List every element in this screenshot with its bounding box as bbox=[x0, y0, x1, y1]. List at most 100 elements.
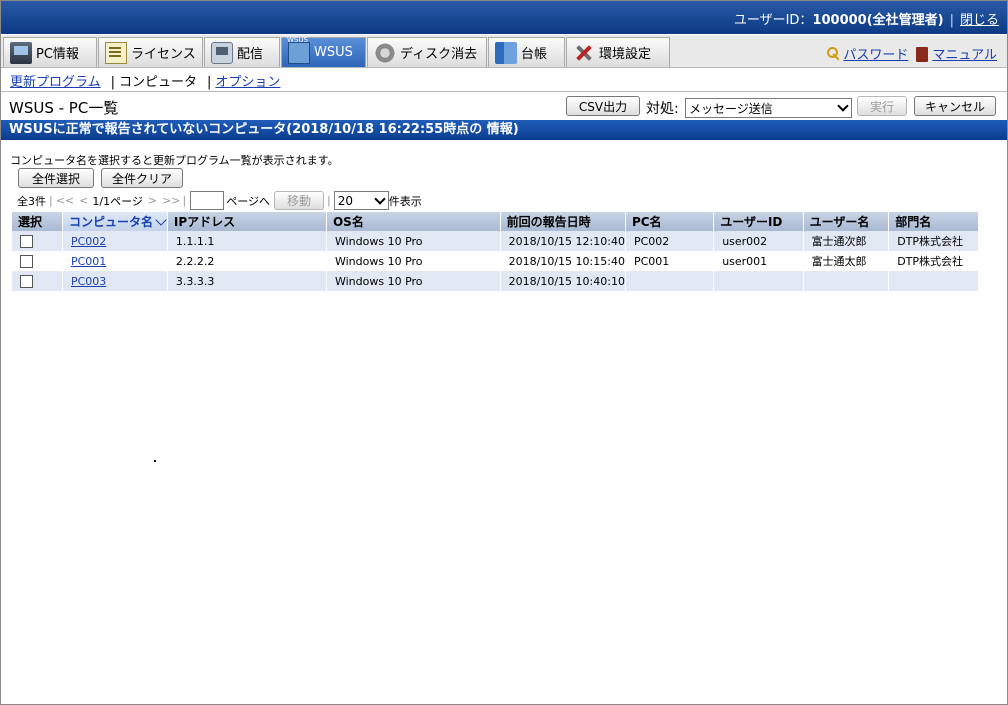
disk-erase-icon bbox=[374, 41, 396, 64]
computer-name-link[interactable]: PC002 bbox=[71, 235, 106, 248]
pager: 全3件 | << < 1/1ページ > >> | ページへ 移動 | 20 件表… bbox=[17, 191, 422, 210]
tab-label: ライセンス bbox=[131, 47, 196, 62]
page-number-input[interactable] bbox=[190, 191, 225, 210]
row-checkbox[interactable] bbox=[20, 234, 33, 248]
page-info: 1/1ページ bbox=[92, 194, 143, 208]
clear-all-button[interactable]: 全件クリア bbox=[101, 168, 183, 188]
col-header-user-id[interactable]: ユーザーID bbox=[713, 212, 804, 231]
tab-label: ディスク消去 bbox=[400, 47, 478, 62]
col-header-computer-name[interactable]: コンピュータ名 bbox=[62, 212, 168, 231]
tab-wsus[interactable]: WSUS bbox=[281, 36, 366, 67]
os-cell: Windows 10 Pro bbox=[326, 251, 501, 271]
pc-name-cell: PC001 bbox=[625, 251, 715, 271]
key-icon bbox=[827, 47, 841, 61]
tab-pc-info[interactable]: PC情報 bbox=[3, 37, 97, 67]
cancel-button[interactable]: キャンセル bbox=[914, 96, 996, 116]
tab-settings[interactable]: 環境設定 bbox=[566, 37, 670, 67]
total-count: 全3件 bbox=[17, 194, 46, 208]
ip-cell: 3.3.3.3 bbox=[167, 271, 327, 291]
right-links: パスワード マニュアル bbox=[827, 44, 997, 63]
per-page-suffix: 件表示 bbox=[388, 194, 422, 208]
tab-label: PC情報 bbox=[36, 47, 79, 62]
user-id-value: 100000(全社管理者) bbox=[812, 13, 944, 28]
row-checkbox[interactable] bbox=[20, 274, 33, 288]
sort-computer-name-link[interactable]: コンピュータ名 bbox=[69, 215, 153, 229]
department-cell: DTP株式会社 bbox=[888, 251, 979, 271]
select-all-button[interactable]: 全件選択 bbox=[18, 168, 94, 188]
row-checkbox[interactable] bbox=[20, 254, 33, 268]
prev-page-link[interactable]: < bbox=[79, 194, 88, 207]
col-header-pc-name[interactable]: PC名 bbox=[625, 212, 715, 231]
subnav-updates-link[interactable]: 更新プログラム bbox=[10, 75, 101, 90]
user-id-cell: user001 bbox=[713, 251, 804, 271]
col-header-user-name[interactable]: ユーザー名 bbox=[803, 212, 890, 231]
close-link[interactable]: 閉じる bbox=[960, 13, 999, 28]
tab-label: 配信 bbox=[237, 47, 264, 62]
main-tabs: PC情報 ライセンス 配信 WSUS ディスク消去 台帳 環境設定 パスワード マ… bbox=[1, 35, 1007, 68]
per-page-value: 20 bbox=[337, 193, 354, 208]
last-report-cell: 2018/10/15 10:40:10 bbox=[500, 271, 626, 291]
last-report-cell: 2018/10/15 12:10:40 bbox=[500, 231, 626, 251]
password-link[interactable]: パスワード bbox=[843, 48, 908, 63]
tab-label: WSUS bbox=[314, 45, 353, 60]
col-header-last-report[interactable]: 前回の報告日時 bbox=[500, 212, 626, 231]
computer-name-link[interactable]: PC001 bbox=[71, 255, 106, 268]
department-cell: DTP株式会社 bbox=[888, 231, 979, 251]
col-header-department[interactable]: 部門名 bbox=[888, 212, 979, 231]
ip-cell: 1.1.1.1 bbox=[167, 231, 327, 251]
top-bar: ユーザーID：100000(全社管理者) | 閉じる bbox=[1, 1, 1007, 34]
user-id-cell: user002 bbox=[713, 231, 804, 251]
csv-export-button[interactable]: CSV出力 bbox=[566, 96, 640, 116]
separator: | bbox=[949, 13, 954, 28]
col-header-ip[interactable]: IPアドレス bbox=[167, 212, 327, 231]
tab-label: 台帳 bbox=[521, 47, 548, 62]
col-header-select: 選択 bbox=[12, 212, 63, 231]
chevron-down-icon bbox=[837, 100, 849, 112]
department-cell bbox=[888, 271, 979, 291]
pc-name-cell bbox=[625, 271, 715, 291]
move-button[interactable]: 移動 bbox=[274, 191, 325, 210]
tab-distribution[interactable]: 配信 bbox=[204, 37, 280, 67]
subnav-computer-current: コンピュータ bbox=[119, 75, 198, 90]
subnav-separator: | bbox=[207, 75, 212, 90]
divider bbox=[1, 91, 1007, 92]
next-page-link[interactable]: > bbox=[148, 194, 157, 207]
col-header-os[interactable]: OS名 bbox=[326, 212, 501, 231]
description-text: コンピュータ名を選択すると更新プログラム一覧が表示されます。 bbox=[10, 154, 339, 167]
last-page-link[interactable]: >> bbox=[162, 194, 180, 207]
subnav-option-link[interactable]: オプション bbox=[215, 75, 280, 90]
subnav-separator: | bbox=[110, 75, 116, 90]
sort-desc-icon bbox=[155, 214, 167, 226]
table-row: PC002 1.1.1.1 Windows 10 Pro 2018/10/15 … bbox=[12, 231, 979, 251]
manual-book-icon bbox=[916, 47, 929, 62]
wsus-icon bbox=[287, 36, 310, 64]
table-row: PC003 3.3.3.3 Windows 10 Pro 2018/10/15 … bbox=[12, 271, 979, 291]
tab-license[interactable]: ライセンス bbox=[98, 37, 203, 67]
manual-link[interactable]: マニュアル bbox=[932, 48, 997, 63]
os-cell: Windows 10 Pro bbox=[326, 271, 501, 291]
user-id-cell bbox=[713, 271, 804, 291]
tab-label: 環境設定 bbox=[599, 47, 652, 62]
table-header-row: 選択 コンピュータ名 IPアドレス OS名 前回の報告日時 PC名 ユーザーID… bbox=[12, 212, 979, 231]
user-info: ユーザーID：100000(全社管理者) | 閉じる bbox=[734, 9, 999, 28]
user-name-cell bbox=[803, 271, 890, 291]
stray-dot bbox=[154, 460, 156, 462]
os-cell: Windows 10 Pro bbox=[326, 231, 501, 251]
computer-table: 選択 コンピュータ名 IPアドレス OS名 前回の報告日時 PC名 ユーザーID… bbox=[12, 212, 979, 291]
distribution-icon bbox=[211, 41, 233, 64]
action-select[interactable]: メッセージ送信 bbox=[685, 98, 852, 118]
per-page-select[interactable]: 20 bbox=[333, 191, 389, 210]
tab-disk-erase[interactable]: ディスク消去 bbox=[367, 37, 487, 67]
tab-ledger[interactable]: 台帳 bbox=[488, 37, 565, 67]
first-page-link[interactable]: << bbox=[56, 194, 74, 207]
action-label: 対処: bbox=[646, 101, 679, 117]
computer-name-link[interactable]: PC003 bbox=[71, 275, 106, 288]
sub-nav: 更新プログラム | コンピュータ | オプション bbox=[10, 71, 280, 90]
action-select-value: メッセージ送信 bbox=[689, 101, 773, 116]
user-id-label: ユーザーID： bbox=[733, 13, 813, 28]
page-title: WSUS - PC一覧 bbox=[9, 99, 119, 117]
pc-name-cell: PC002 bbox=[625, 231, 715, 251]
ip-cell: 2.2.2.2 bbox=[167, 251, 327, 271]
chevron-down-icon bbox=[374, 193, 386, 205]
run-button[interactable]: 実行 bbox=[857, 96, 907, 116]
